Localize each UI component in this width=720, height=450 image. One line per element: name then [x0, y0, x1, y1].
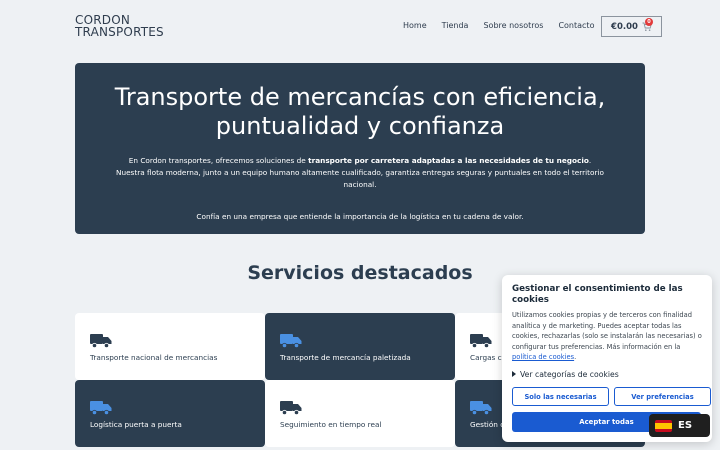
truck-icon [280, 401, 302, 415]
truck-icon [90, 401, 112, 415]
cookie-policy-link[interactable]: política de cookies [512, 353, 574, 361]
hero-desc-start: En Cordon transportes, ofrecemos solucio… [128, 156, 309, 165]
cookie-categories-toggle[interactable]: Ver categorías de cookies [512, 370, 702, 379]
site-header: CORDON TRANSPORTES Home Tienda Sobre nos… [0, 0, 720, 52]
service-card-mercancia-paletizada[interactable]: Transporte de mercancía paletizada [265, 313, 455, 380]
nav-tienda[interactable]: Tienda [442, 21, 469, 30]
service-label: Transporte de mercancía paletizada [280, 353, 411, 362]
hero-title: Transporte de mercancías con eficiencia,… [114, 83, 606, 140]
cart-count-badge: 0 [645, 18, 653, 26]
nav-home[interactable]: Home [403, 21, 427, 30]
cookie-title: Gestionar el consentimiento de las cooki… [512, 284, 683, 305]
truck-icon [470, 401, 492, 415]
language-switcher[interactable]: ES [649, 414, 710, 437]
hero-description: En Cordon transportes, ofrecemos solucio… [115, 155, 605, 191]
spain-flag-icon [655, 419, 672, 432]
main-nav: Home Tienda Sobre nosotros Contacto [403, 21, 609, 30]
truck-icon [280, 334, 302, 348]
only-necessary-button[interactable]: Solo las necesarias [512, 387, 609, 406]
hero-desc-bold: transporte por carretera adaptadas a las… [308, 156, 589, 165]
site-logo[interactable]: CORDON TRANSPORTES [75, 14, 164, 38]
service-label: Gestión c [470, 420, 505, 429]
cookie-categories-label: Ver categorías de cookies [520, 369, 619, 379]
cookie-button-row: Solo las necesarias Ver preferencias [512, 387, 711, 406]
cart-total: €0.00 [611, 21, 638, 32]
service-card-seguimiento[interactable]: Seguimiento en tiempo real [265, 380, 455, 447]
logo-line-2: TRANSPORTES [75, 25, 164, 39]
hero-tagline: Confía en una empresa que entiende la im… [196, 212, 524, 221]
cart-button[interactable]: €0.00 [601, 16, 662, 37]
nav-sobre-nosotros[interactable]: Sobre nosotros [483, 21, 543, 30]
cookie-text: Utilizamos cookies propias y de terceros… [512, 310, 702, 363]
view-preferences-button[interactable]: Ver preferencias [614, 387, 711, 406]
cookie-body-end: . [574, 353, 577, 361]
service-label: Seguimiento en tiempo real [280, 420, 382, 429]
service-label: Transporte nacional de mercancias [90, 353, 218, 362]
service-card-transporte-nacional[interactable]: Transporte nacional de mercancias [75, 313, 265, 380]
nav-contacto[interactable]: Contacto [558, 21, 594, 30]
cookie-body: Utilizamos cookies propias y de terceros… [512, 311, 702, 351]
disclosure-triangle-icon [512, 371, 516, 377]
service-label: Cargas c [470, 353, 502, 362]
hero-banner: Transporte de mercancías con eficiencia,… [75, 63, 645, 234]
truck-icon [470, 334, 492, 348]
service-label: Logística puerta a puerta [90, 420, 182, 429]
service-card-logistica-puerta[interactable]: Logística puerta a puerta [75, 380, 265, 447]
truck-icon [90, 334, 112, 348]
language-code: ES [678, 420, 693, 431]
